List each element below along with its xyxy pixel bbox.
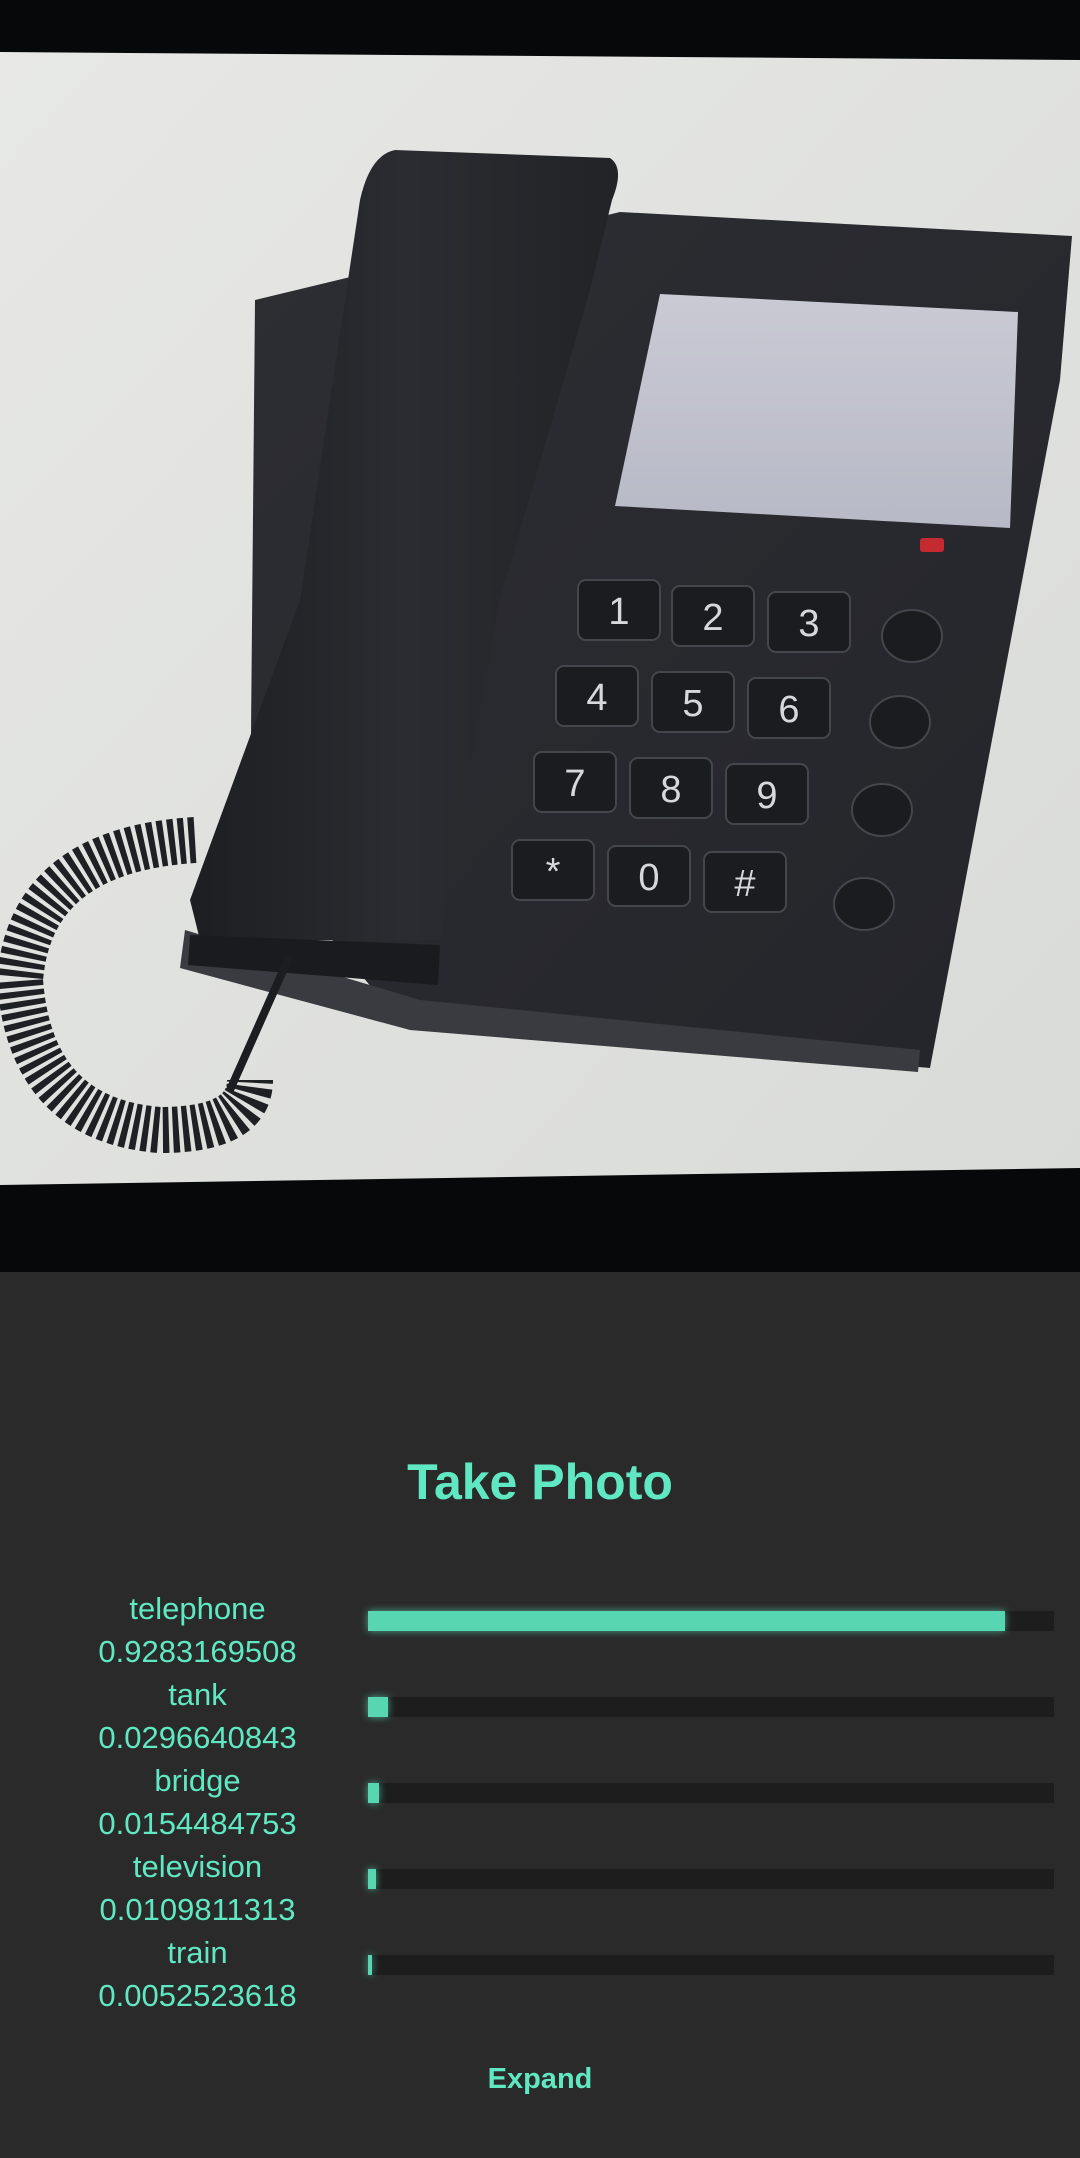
confidence-bar-fill <box>368 1955 372 1975</box>
expand-button[interactable]: Expand <box>0 2057 1080 2101</box>
svg-text:7: 7 <box>564 763 585 805</box>
svg-text:1: 1 <box>608 591 629 633</box>
svg-text:2: 2 <box>702 597 723 639</box>
svg-text:#: # <box>734 863 755 905</box>
result-score: 0.9283169508 <box>98 1634 297 1669</box>
result-score: 0.0154484753 <box>98 1806 297 1841</box>
result-row: bridge 0.0154484753 <box>0 1759 1080 1845</box>
confidence-bar-fill <box>368 1783 379 1803</box>
svg-text:6: 6 <box>778 689 799 731</box>
take-photo-button[interactable]: Take Photo <box>0 1447 1080 1517</box>
svg-text:8: 8 <box>660 769 681 811</box>
result-class-name: bridge <box>154 1763 241 1798</box>
result-class-name: telephone <box>129 1591 266 1626</box>
result-row: telephone 0.9283169508 <box>0 1587 1080 1673</box>
result-class-name: train <box>167 1935 228 1970</box>
confidence-bar-fill <box>368 1697 388 1717</box>
confidence-bar <box>368 1783 1054 1803</box>
confidence-bar <box>368 1611 1054 1631</box>
confidence-bar-fill <box>368 1869 376 1889</box>
confidence-bar-fill <box>368 1611 1005 1631</box>
telephone-photo: 1 2 3 4 5 6 7 8 9 * 0 # <box>0 0 1080 1272</box>
svg-text:9: 9 <box>756 775 777 817</box>
result-row: train 0.0052523618 <box>0 1931 1080 2017</box>
confidence-bar <box>368 1697 1054 1717</box>
result-score: 0.0109811313 <box>99 1892 296 1927</box>
result-score: 0.0052523618 <box>98 1978 297 2013</box>
result-label: television 0.0109811313 <box>60 1845 335 1931</box>
svg-text:5: 5 <box>682 683 703 725</box>
result-class-name: tank <box>168 1677 227 1712</box>
result-label: telephone 0.9283169508 <box>60 1587 335 1673</box>
svg-text:3: 3 <box>798 603 819 645</box>
result-class-name: television <box>132 1849 263 1884</box>
confidence-bar <box>368 1869 1054 1889</box>
svg-text:0: 0 <box>638 857 659 899</box>
result-row: television 0.0109811313 <box>0 1845 1080 1931</box>
result-label: tank 0.0296640843 <box>60 1673 335 1759</box>
result-score: 0.0296640843 <box>98 1720 297 1755</box>
result-label: train 0.0052523618 <box>60 1931 335 2017</box>
camera-preview: 1 2 3 4 5 6 7 8 9 * 0 # <box>0 0 1080 1272</box>
result-label: bridge 0.0154484753 <box>60 1759 335 1845</box>
svg-text:*: * <box>546 851 561 893</box>
result-row: tank 0.0296640843 <box>0 1673 1080 1759</box>
confidence-bar <box>368 1955 1054 1975</box>
svg-text:4: 4 <box>586 677 607 719</box>
